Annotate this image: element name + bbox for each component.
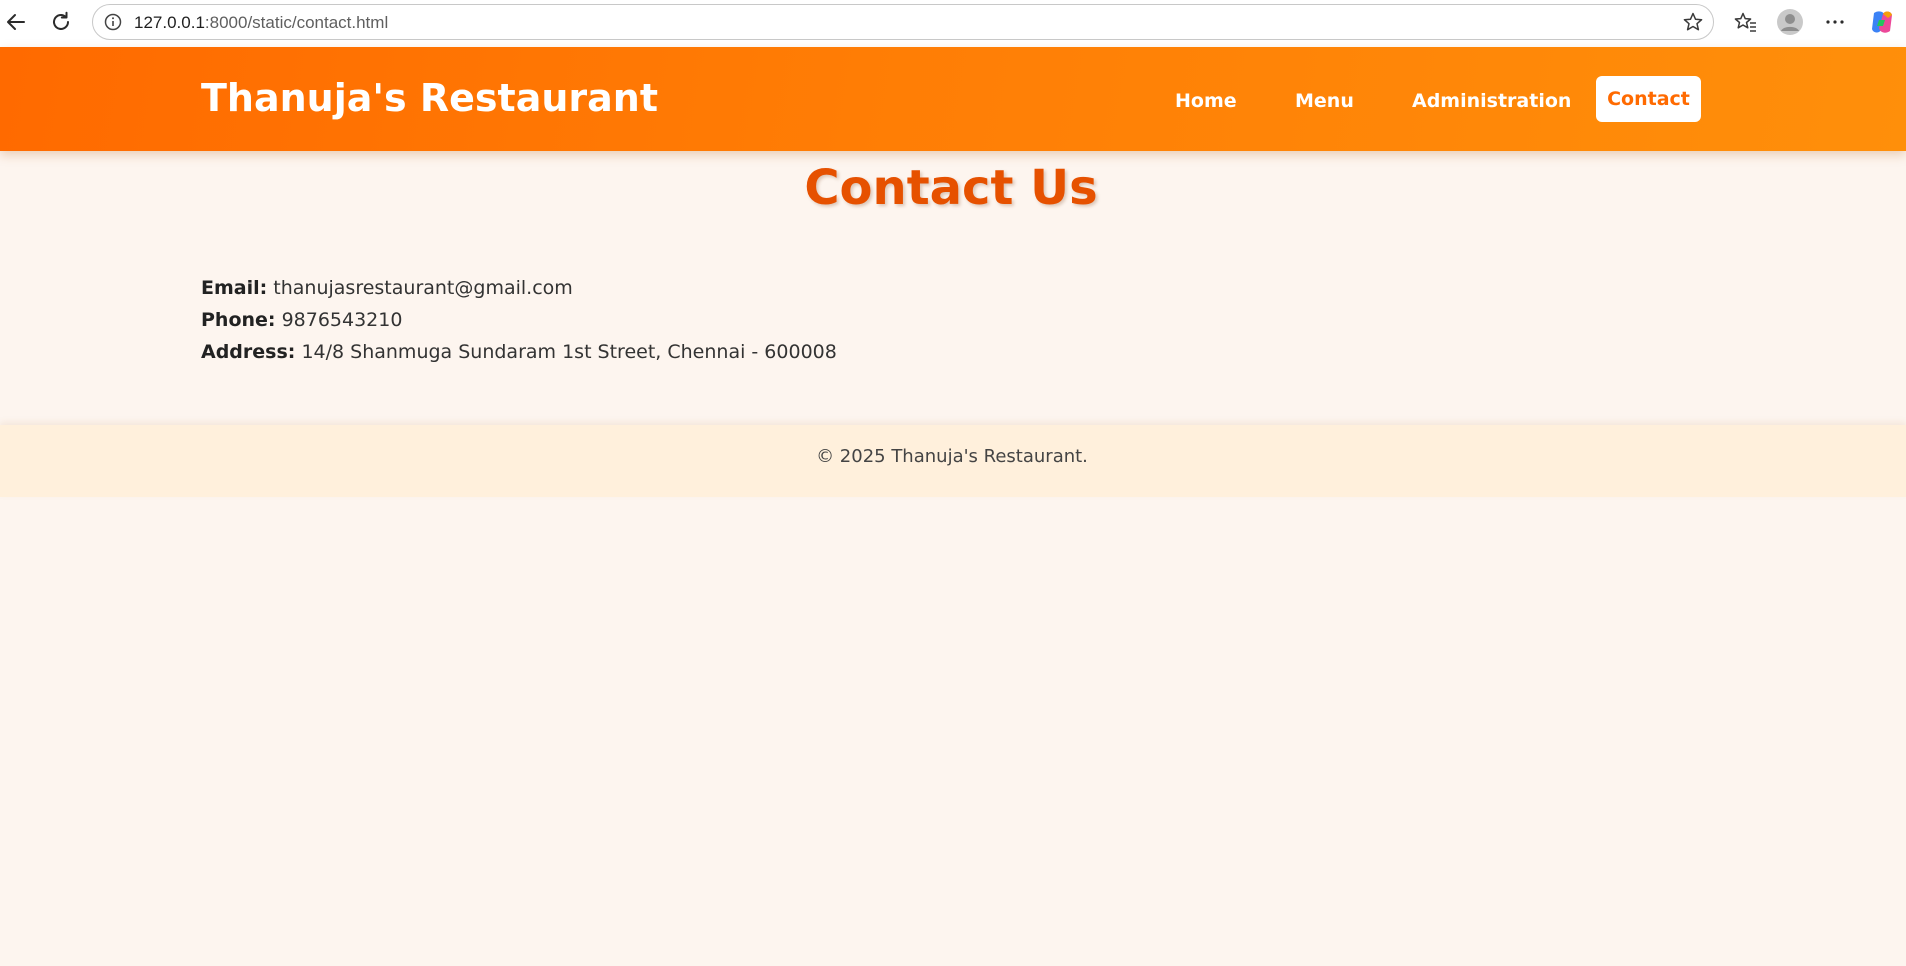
site-info-icon[interactable] bbox=[99, 8, 127, 36]
site-header: Thanuja's Restaurant Home Menu Administr… bbox=[0, 47, 1906, 151]
email-label: Email: bbox=[201, 277, 268, 299]
site-footer: © 2025 Thanuja's Restaurant. bbox=[0, 425, 1906, 497]
restaurant-brand[interactable]: Thanuja's Restaurant bbox=[201, 76, 658, 120]
browser-toolbar: 127.0.0.1:8000/static/contact.html bbox=[0, 0, 1906, 47]
url-path: :8000/static/contact.html bbox=[204, 13, 389, 32]
email-line: Email: thanujasrestaurant@gmail.com bbox=[201, 274, 837, 306]
address-line: Address: 14/8 Shanmuga Sundaram 1st Stre… bbox=[201, 338, 837, 370]
contact-info: Email: thanujasrestaurant@gmail.com Phon… bbox=[201, 274, 837, 370]
nav-home[interactable]: Home bbox=[1175, 90, 1237, 112]
phone-label: Phone: bbox=[201, 309, 276, 331]
page-title: Contact Us bbox=[804, 160, 1098, 216]
reload-icon[interactable] bbox=[47, 8, 75, 36]
email-value: thanujasrestaurant@gmail.com bbox=[273, 277, 573, 299]
address-value: 14/8 Shanmuga Sundaram 1st Street, Chenn… bbox=[301, 341, 837, 363]
more-menu-icon[interactable] bbox=[1821, 8, 1849, 36]
back-arrow-icon[interactable] bbox=[2, 8, 30, 36]
url-host: 127.0.0.1 bbox=[134, 13, 205, 32]
address-label: Address: bbox=[201, 341, 296, 363]
nav-administration[interactable]: Administration bbox=[1412, 90, 1571, 112]
nav-menu[interactable]: Menu bbox=[1295, 90, 1354, 112]
favorites-list-icon[interactable] bbox=[1732, 8, 1760, 36]
address-bar[interactable]: 127.0.0.1:8000/static/contact.html bbox=[92, 4, 1714, 40]
favorite-star-icon[interactable] bbox=[1679, 8, 1707, 36]
footer-copyright: © 2025 Thanuja's Restaurant. bbox=[816, 445, 1088, 467]
url-text[interactable]: 127.0.0.1:8000/static/contact.html bbox=[134, 13, 388, 33]
phone-line: Phone: 9876543210 bbox=[201, 306, 837, 338]
phone-value: 9876543210 bbox=[281, 309, 403, 331]
profile-avatar-icon[interactable] bbox=[1776, 8, 1804, 36]
copilot-icon[interactable] bbox=[1868, 8, 1896, 36]
nav-contact[interactable]: Contact bbox=[1596, 76, 1701, 122]
